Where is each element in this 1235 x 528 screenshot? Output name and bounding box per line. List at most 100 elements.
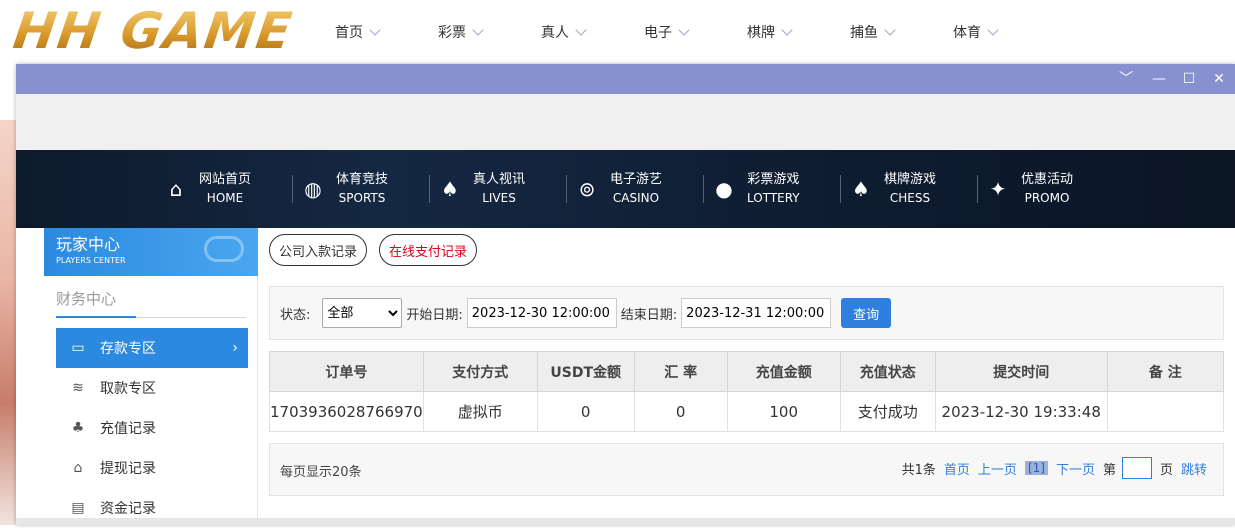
site-logo[interactable]: HH GAME (10, 2, 297, 60)
top-nav-fishing[interactable]: 捕鱼 (850, 22, 953, 42)
chevron-down-icon (575, 23, 587, 36)
exchange-rate-cell: 0 (633, 391, 728, 432)
withdraw-icon: ⌂ (73, 460, 83, 476)
top-nav-chess[interactable]: 棋牌 (747, 22, 850, 42)
main-nav-lottery[interactable]: ● 彩票游戏 LOTTERY (703, 169, 848, 209)
tab-online-payment[interactable]: 在线支付记录 (379, 234, 478, 266)
chevron-down-icon (472, 23, 484, 36)
usdt-amount-cell: 0 (536, 391, 635, 432)
column-header: 提交时间 (934, 351, 1108, 392)
sidebar-item-deposit[interactable]: ▭ 存款专区 › (56, 328, 248, 368)
card-icon: ▭ (71, 340, 85, 356)
minimize-icon[interactable]: — (1150, 70, 1168, 88)
content-area: 玩家中心 PLAYERS CENTER 财务中心 ▭ 存款专区 › ≋ 取款专区… (16, 228, 1235, 525)
sidebar-item-withdraw-records[interactable]: ⌂ 提现记录 (56, 448, 248, 488)
main-nav-banner: ⌂ 网站首页 HOME ◍ 体育竞技 SPORTS ♠ 真人视讯 LIVES ⊚ 电子… (16, 150, 1235, 228)
column-header: 充值状态 (839, 351, 936, 392)
top-nav-lottery[interactable]: 彩票 (438, 22, 541, 42)
cards-icon: ♠ (441, 177, 459, 201)
end-date-input[interactable] (681, 298, 832, 328)
ledger-icon: ▤ (71, 500, 85, 516)
players-center-header: 玩家中心 PLAYERS CENTER (44, 228, 258, 276)
tab-company-deposit[interactable]: 公司入款记录 (269, 234, 368, 266)
table-header-row: 订单号 支付方式 USDT金额 汇 率 充值金额 充值状态 提交时间 备 注 (269, 351, 1225, 392)
main-nav-casino[interactable]: ⊚ 电子游艺 CASINO (566, 169, 711, 209)
payment-records-table: 订单号 支付方式 USDT金额 汇 率 充值金额 充值状态 提交时间 备 注 1… (269, 351, 1225, 432)
pagination-bar: 每页显示20条 共1条 首页 上一页 [1] 下一页 第 页 跳转 (269, 443, 1224, 496)
recharge-status-cell: 支付成功 (839, 391, 936, 432)
main-nav: ⌂ 网站首页 HOME ◍ 体育竞技 SPORTS ♠ 真人视讯 LIVES ⊚ 电子… (163, 150, 1122, 228)
column-header: 备 注 (1106, 351, 1225, 392)
status-select[interactable]: 全部 (322, 298, 403, 328)
order-number-cell: 1703936028766970 (269, 391, 424, 432)
close-icon[interactable]: ✕ (1210, 70, 1228, 88)
column-header: 支付方式 (422, 351, 538, 392)
sidebar-item-recharge-records[interactable]: ♣ 充值记录 (56, 408, 248, 448)
submit-time-cell: 2023-12-30 19:33:48 (934, 391, 1108, 432)
window-titlebar[interactable]: ﹀ — ☐ ✕ (16, 64, 1235, 94)
chevron-down-icon (678, 23, 690, 36)
column-header: USDT金额 (536, 351, 635, 392)
site-header: HH GAME 首页 彩票 真人 电子 棋牌 捕鱼 体育 (0, 0, 1235, 64)
chevron-right-icon: › (232, 340, 238, 356)
start-date-label: 开始日期: (406, 307, 463, 323)
column-header: 汇 率 (633, 351, 728, 392)
per-page-text: 每页显示20条 (280, 465, 362, 480)
top-nav-electronic[interactable]: 电子 (644, 22, 747, 42)
maximize-icon[interactable]: ☐ (1180, 70, 1198, 88)
window-toolbar (16, 94, 1235, 150)
main-nav-lives[interactable]: ♠ 真人视讯 LIVES (429, 169, 574, 209)
query-button[interactable]: 查询 (841, 298, 892, 328)
sidebar-item-withdraw[interactable]: ≋ 取款专区 (56, 368, 248, 408)
payment-method-cell: 虚拟币 (422, 391, 538, 432)
top-nav: 首页 彩票 真人 电子 棋牌 捕鱼 体育 (335, 22, 1056, 42)
window-bottom-strip (16, 518, 1235, 525)
next-page-link[interactable]: 下一页 (1056, 459, 1095, 478)
logo-text: HH GAME (9, 2, 297, 60)
filter-bar: 状态: 全部 开始日期: 结束日期: 查询 (269, 286, 1224, 340)
top-nav-sports[interactable]: 体育 (953, 22, 1056, 42)
record-tabs: 公司入款记录 在线支付记录 (269, 234, 489, 266)
total-count: 共1条 (901, 462, 936, 478)
home-icon: ⌂ (169, 177, 183, 201)
jump-link[interactable]: 跳转 (1181, 459, 1207, 478)
chevron-down-icon (369, 23, 381, 36)
gift-icon: ✦ (989, 177, 1007, 201)
end-date-label: 结束日期: (620, 307, 678, 323)
start-date-input[interactable] (466, 298, 617, 328)
status-label: 状态: (280, 307, 311, 323)
column-header: 订单号 (269, 351, 424, 392)
top-nav-home[interactable]: 首页 (335, 22, 438, 42)
spade-icon: ♠ (852, 177, 870, 201)
prev-page-link[interactable]: 上一页 (978, 459, 1017, 478)
page-suffix: 页 (1159, 462, 1173, 478)
column-header: 充值金额 (726, 351, 841, 392)
main-nav-promo[interactable]: ✦ 优惠活动 PROMO (977, 169, 1122, 209)
main-nav-home[interactable]: ⌂ 网站首页 HOME (163, 169, 300, 209)
slot-icon: ⊚ (578, 177, 596, 201)
chevron-down-icon (987, 23, 999, 36)
current-page: [1] (1024, 461, 1048, 475)
section-underline (56, 316, 136, 318)
page-number-input[interactable] (1121, 457, 1152, 479)
pagination-controls: 共1条 首页 上一页 [1] 下一页 第 页 跳转 (894, 457, 1207, 479)
first-page-link[interactable]: 首页 (944, 459, 970, 478)
main-nav-chess[interactable]: ♠ 棋牌游戏 CHESS (840, 169, 985, 209)
popup-window: ﹀ — ☐ ✕ ⌂ 网站首页 HOME ◍ 体育竞技 SPORTS ♠ 真人视讯 LI… (16, 64, 1235, 525)
cash-icon: ≋ (72, 380, 84, 396)
finance-section-title: 财务中心 (56, 288, 246, 318)
main-nav-sports[interactable]: ◍ 体育竞技 SPORTS (292, 169, 437, 209)
remark-cell (1106, 391, 1225, 432)
gamepad-icon (204, 236, 244, 262)
top-nav-live[interactable]: 真人 (541, 22, 644, 42)
player-sidebar: 玩家中心 PLAYERS CENTER 财务中心 ▭ 存款专区 › ≋ 取款专区… (44, 228, 258, 525)
collapse-icon[interactable]: ﹀ (1117, 70, 1135, 88)
chevron-down-icon (781, 23, 793, 36)
chevron-down-icon (884, 23, 896, 36)
table-row: 1703936028766970 虚拟币 0 0 100 支付成功 2023-1… (269, 391, 1225, 432)
money-bag-icon: ♣ (71, 420, 85, 436)
basketball-icon: ◍ (304, 177, 322, 201)
lottery-balls-icon: ● (715, 177, 733, 201)
page-prefix: 第 (1102, 462, 1116, 478)
recharge-amount-cell: 100 (726, 391, 841, 432)
